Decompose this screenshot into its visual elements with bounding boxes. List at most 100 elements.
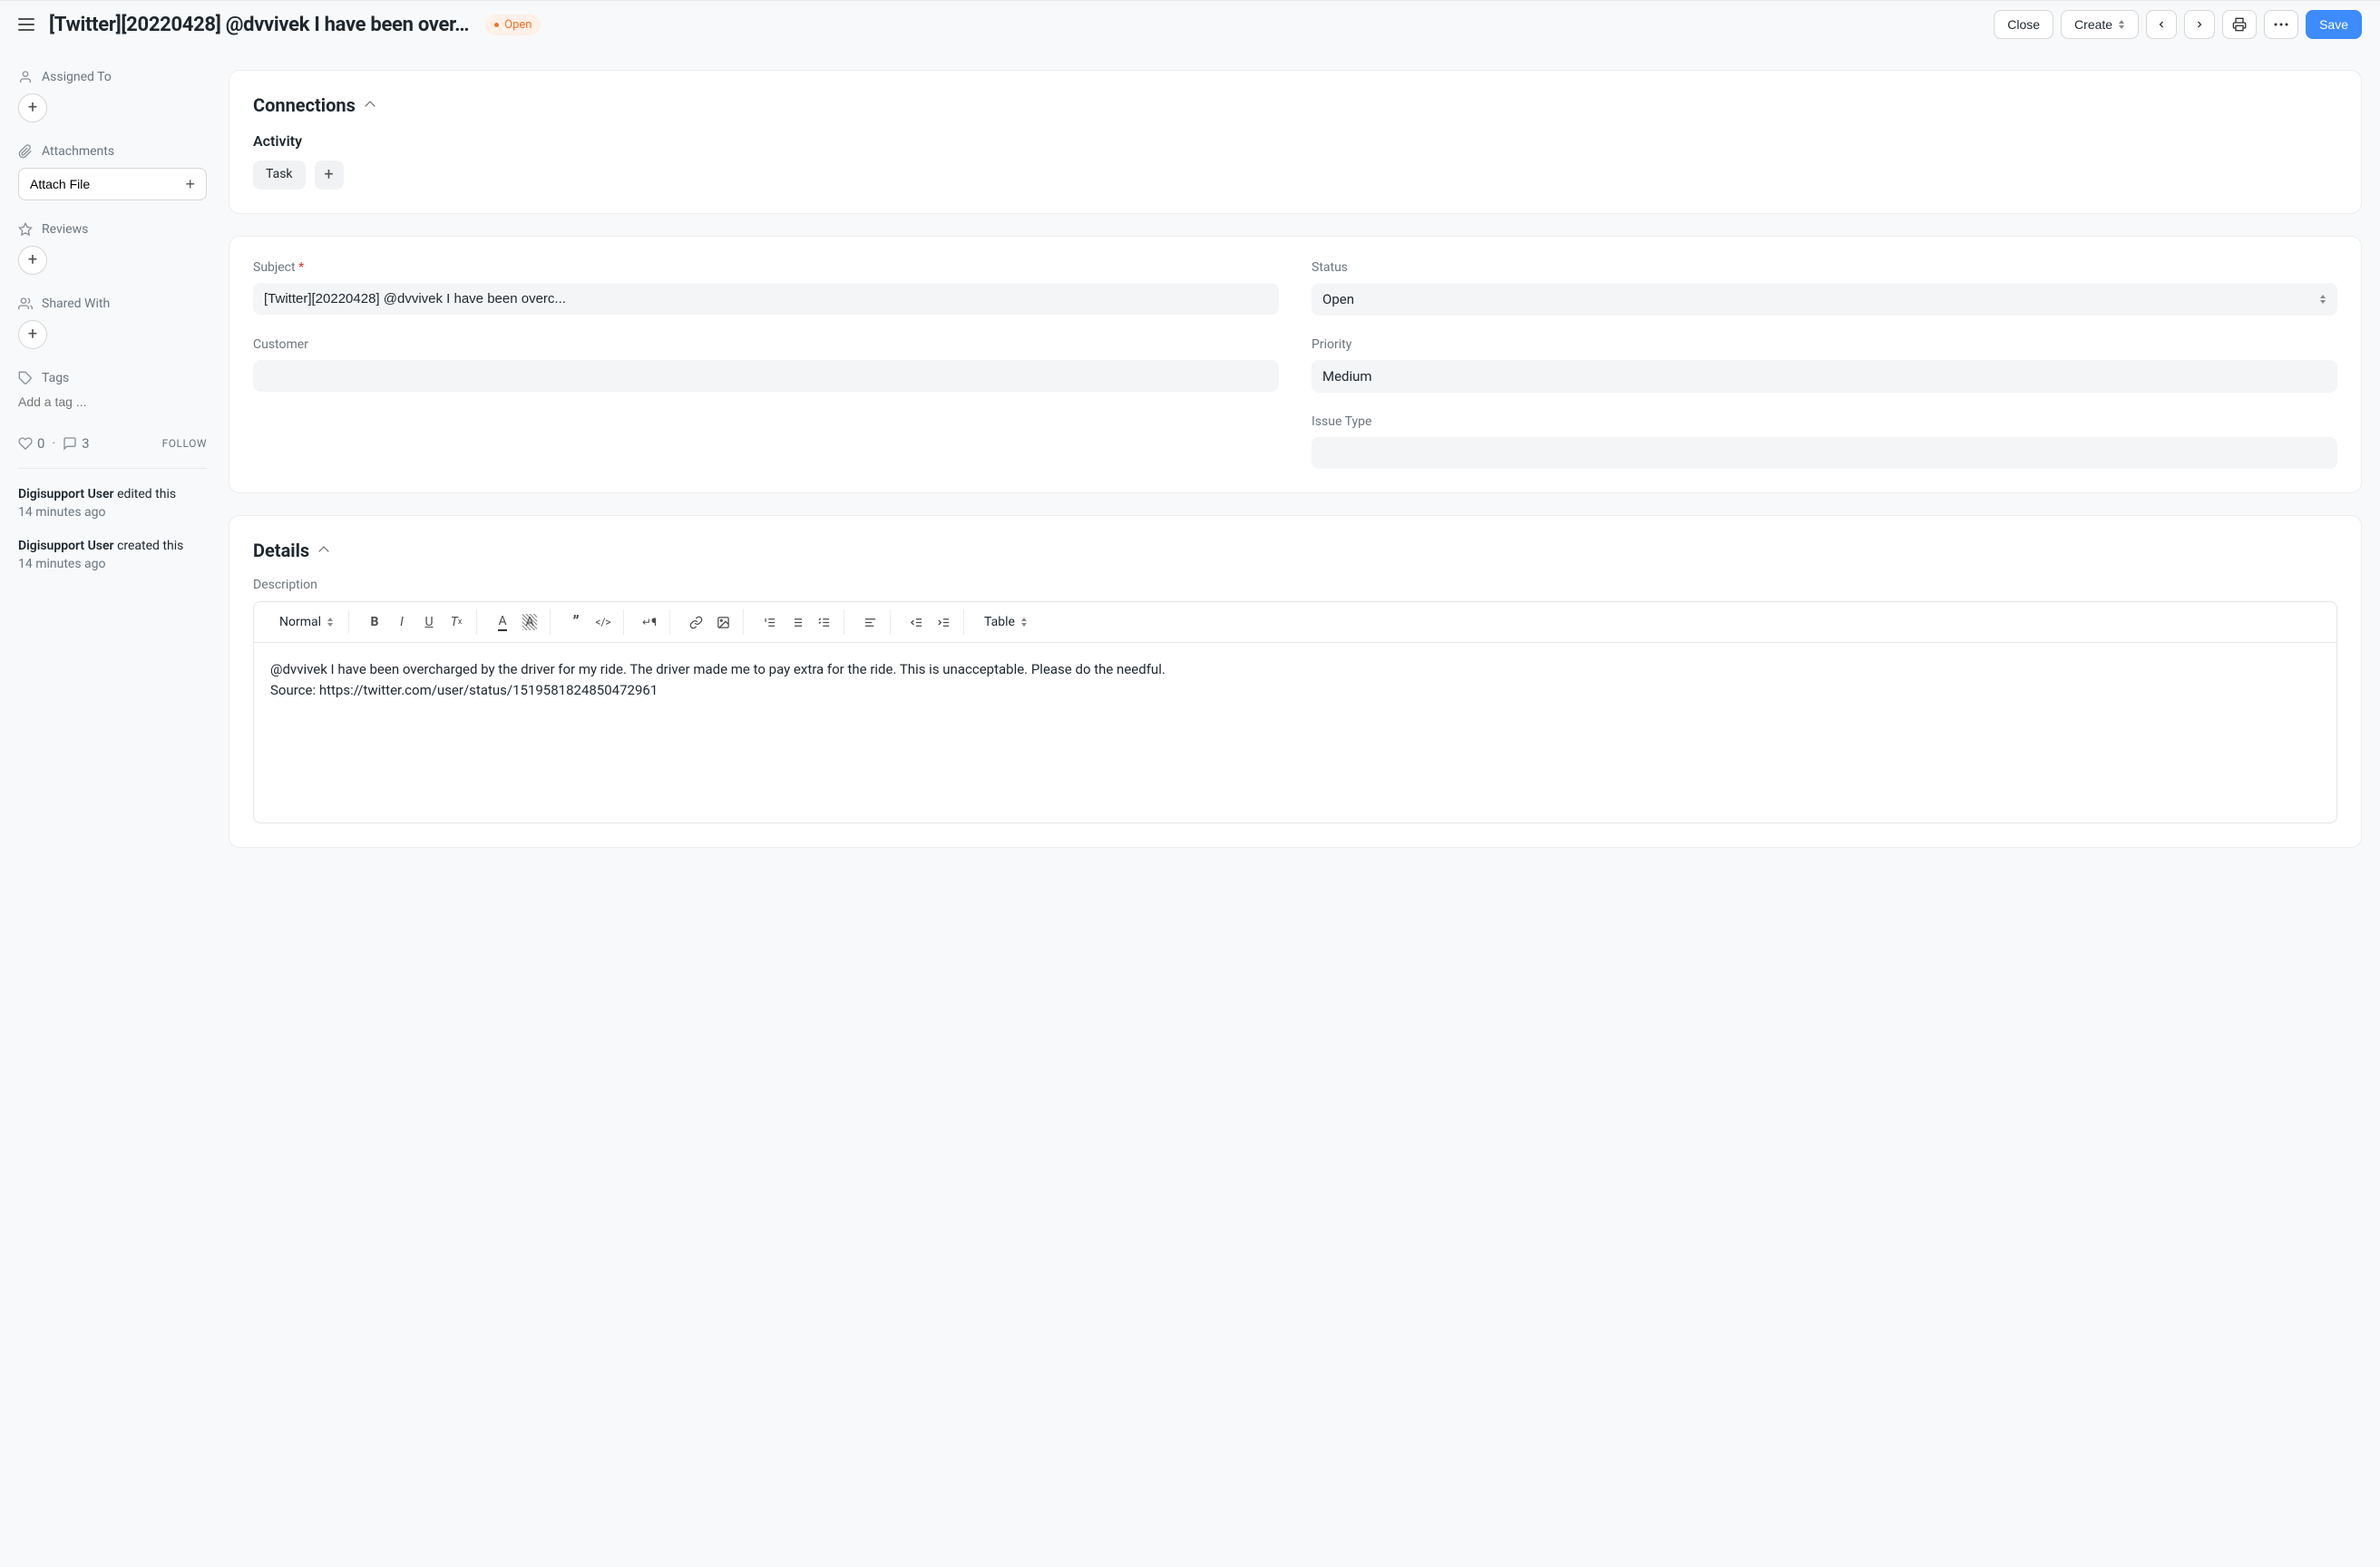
shared-with-label: Shared With xyxy=(18,297,207,311)
outdent-icon xyxy=(910,616,923,629)
tag-icon xyxy=(18,371,33,385)
chevron-right-icon xyxy=(2194,19,2205,30)
add-assigned-button[interactable]: + xyxy=(18,93,47,122)
attachments-label: Attachments xyxy=(18,144,207,159)
priority-select[interactable]: Medium xyxy=(1312,360,2337,393)
task-chip[interactable]: Task xyxy=(253,161,306,190)
indent-icon xyxy=(937,616,951,629)
chevron-updown-icon xyxy=(327,618,334,627)
add-activity-button[interactable]: + xyxy=(315,161,344,190)
quote-button[interactable]: ” xyxy=(563,609,589,635)
activity-subtitle: Activity xyxy=(253,132,2337,150)
issue-type-label: Issue Type xyxy=(1312,414,2337,429)
activity-item: Digisupport User created this 14 minutes… xyxy=(18,537,207,574)
subject-label: Subject * xyxy=(253,260,1279,275)
attachments-text: Attachments xyxy=(42,144,114,159)
assigned-to-label: Assigned To xyxy=(18,70,207,84)
priority-value: Medium xyxy=(1322,368,1372,384)
align-icon xyxy=(863,616,877,629)
direction-button[interactable]: ↵¶ xyxy=(637,609,662,635)
align-button[interactable] xyxy=(857,609,883,635)
save-button[interactable]: Save xyxy=(2306,10,2362,39)
shared-with-text: Shared With xyxy=(42,297,110,311)
plus-icon: + xyxy=(28,100,37,116)
connections-title[interactable]: Connections xyxy=(253,94,2337,116)
user-icon xyxy=(18,70,33,84)
style-select[interactable]: Normal xyxy=(272,611,341,633)
style-value: Normal xyxy=(279,615,321,629)
outdent-button[interactable] xyxy=(903,609,929,635)
close-button[interactable]: Close xyxy=(1994,10,2053,39)
details-title[interactable]: Details xyxy=(253,540,2337,561)
activity-action: edited this xyxy=(117,487,176,501)
clear-format-button[interactable]: Tx xyxy=(444,609,469,635)
comments-count: 3 xyxy=(82,435,89,452)
paperclip-icon xyxy=(18,144,33,159)
plus-icon: + xyxy=(28,252,37,268)
ordered-list-button[interactable] xyxy=(756,609,782,635)
status-select[interactable]: Open xyxy=(1312,283,2337,316)
code-button[interactable]: </> xyxy=(590,609,616,635)
menu-toggle[interactable] xyxy=(18,18,34,31)
star-icon xyxy=(18,222,33,237)
description-label: Description xyxy=(253,578,2337,592)
checklist-icon xyxy=(817,616,831,629)
connections-card: Connections Activity Task + xyxy=(229,70,2362,214)
add-shared-button[interactable]: + xyxy=(18,320,47,349)
reviews-text: Reviews xyxy=(42,222,88,237)
attach-file-button[interactable]: Attach File + xyxy=(18,168,207,200)
bullet-list-button[interactable] xyxy=(784,609,809,635)
chevron-up-icon xyxy=(365,101,375,111)
reviews-label: Reviews xyxy=(18,222,207,237)
ul-icon xyxy=(790,616,804,629)
issue-type-input[interactable] xyxy=(1312,437,2337,469)
details-card: Details Description Normal B I U Tx xyxy=(229,515,2362,848)
details-text: Details xyxy=(253,540,309,561)
print-button[interactable] xyxy=(2222,10,2257,39)
attach-file-label: Attach File xyxy=(30,177,90,191)
plus-icon: + xyxy=(185,176,195,192)
next-button[interactable] xyxy=(2184,10,2215,39)
create-label: Create xyxy=(2074,17,2112,32)
image-button[interactable] xyxy=(710,609,736,635)
printer-icon xyxy=(2232,17,2247,32)
connections-text: Connections xyxy=(253,94,356,116)
tags-label: Tags xyxy=(18,371,207,385)
chevron-up-icon xyxy=(318,546,328,556)
more-button[interactable] xyxy=(2264,10,2298,39)
activity-user: Digisupport User xyxy=(18,539,114,553)
description-editor[interactable]: @dvvivek I have been overcharged by the … xyxy=(253,642,2337,823)
chevron-updown-icon xyxy=(1020,618,1028,627)
prev-button[interactable] xyxy=(2146,10,2177,39)
customer-input[interactable] xyxy=(253,360,1279,392)
status-dot-icon xyxy=(494,23,499,27)
subject-input[interactable] xyxy=(253,283,1279,315)
priority-label: Priority xyxy=(1312,337,2337,352)
status-pill-text: Open xyxy=(504,18,532,32)
italic-button[interactable]: I xyxy=(389,609,415,635)
link-button[interactable] xyxy=(683,609,708,635)
bold-button[interactable]: B xyxy=(362,609,387,635)
text-color-button[interactable]: A xyxy=(490,609,515,635)
follow-button[interactable]: FOLLOW xyxy=(162,437,207,450)
checklist-button[interactable] xyxy=(811,609,836,635)
highlight-button[interactable]: A xyxy=(517,609,542,635)
comments-stat[interactable]: 3 xyxy=(63,435,89,452)
editor-toolbar: Normal B I U Tx A A ” </> xyxy=(253,601,2337,642)
assigned-to-text: Assigned To xyxy=(42,70,112,84)
underline-button[interactable]: U xyxy=(416,609,442,635)
dots-icon xyxy=(2274,23,2288,26)
tags-text: Tags xyxy=(42,371,69,385)
indent-button[interactable] xyxy=(931,609,956,635)
ol-icon xyxy=(763,616,776,629)
likes-stat[interactable]: 0 xyxy=(18,435,44,452)
add-review-button[interactable]: + xyxy=(18,246,47,275)
table-select[interactable]: Table xyxy=(977,611,1035,633)
tag-input[interactable] xyxy=(18,394,207,409)
create-dropdown[interactable]: Create xyxy=(2061,10,2139,39)
plus-icon: + xyxy=(324,167,333,183)
image-icon xyxy=(717,616,730,629)
activity-item: Digisupport User edited this 14 minutes … xyxy=(18,485,207,522)
chevron-updown-icon xyxy=(2319,295,2326,304)
likes-count: 0 xyxy=(37,435,44,452)
